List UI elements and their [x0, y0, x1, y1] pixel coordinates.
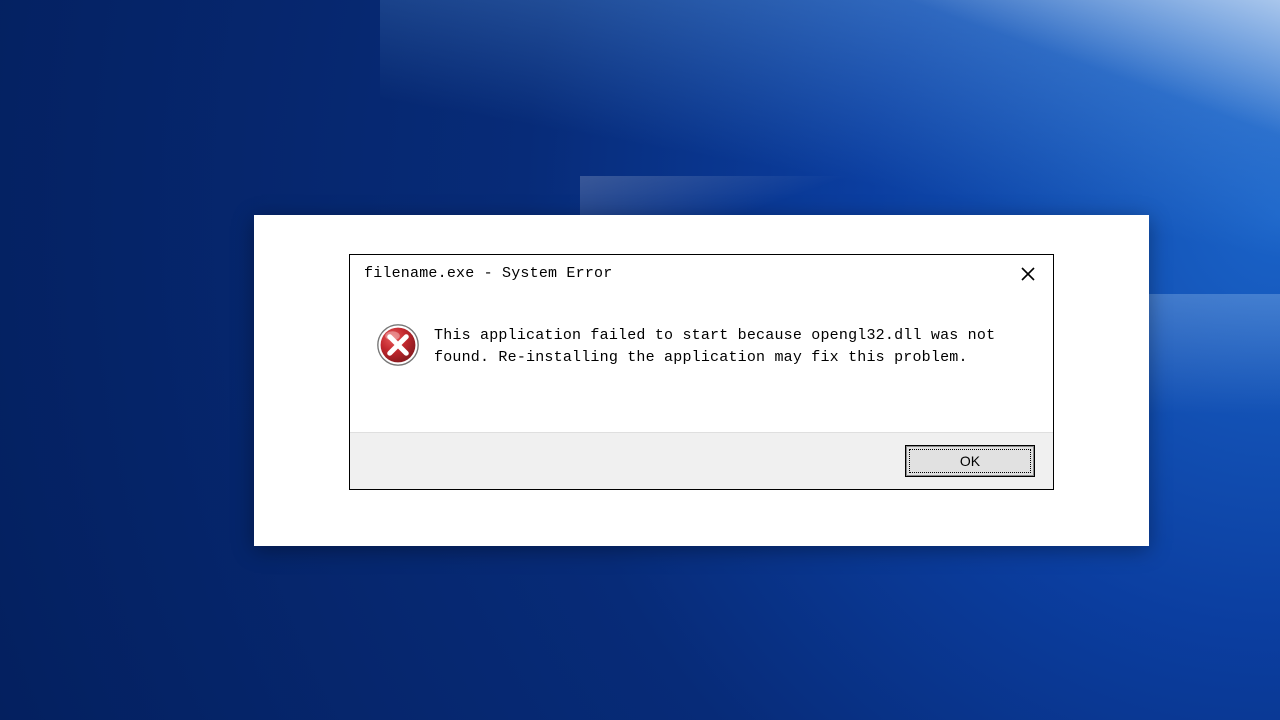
dialog-title: filename.exe - System Error [364, 265, 612, 282]
dialog-message: This application failed to start because… [434, 325, 1014, 369]
dialog-titlebar: filename.exe - System Error [350, 255, 1053, 287]
system-error-dialog: filename.exe - System Error [349, 254, 1054, 490]
close-button[interactable] [1017, 263, 1039, 285]
ok-button-label: OK [960, 453, 980, 469]
close-icon [1020, 266, 1036, 282]
error-icon [376, 323, 420, 367]
dialog-footer: OK [350, 432, 1053, 489]
dialog-body: This application failed to start because… [350, 287, 1053, 432]
desktop-wallpaper: filename.exe - System Error [0, 0, 1280, 720]
ok-button[interactable]: OK [905, 445, 1035, 477]
